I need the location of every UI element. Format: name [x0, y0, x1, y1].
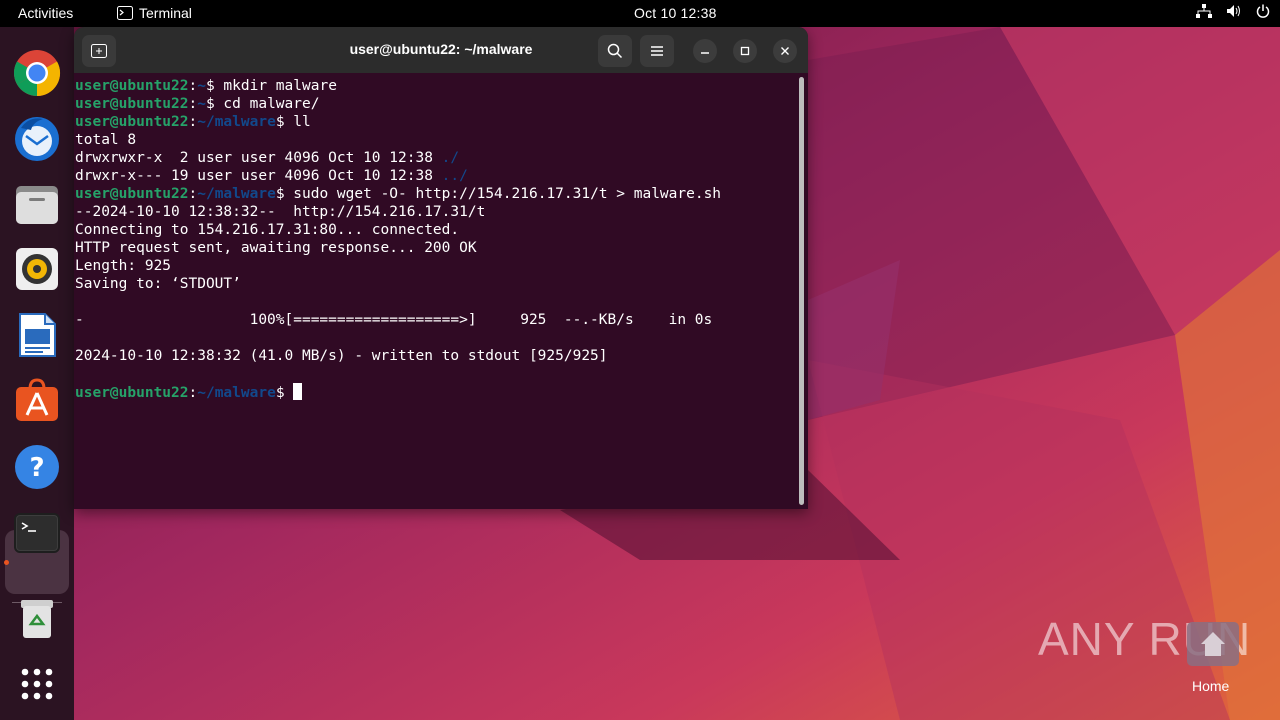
terminal-line: user@ubuntu22:~$ mkdir malware: [75, 77, 795, 95]
output-text: - 100%[===================>] 925 --.-KB/…: [75, 312, 713, 328]
dock: ?: [0, 27, 74, 720]
terminal-line: drwxrwxr-x 2 user user 4096 Oct 10 12:38…: [75, 149, 795, 167]
prompt-dir: ~: [197, 78, 206, 94]
prompt-user: user@ubuntu22: [75, 114, 189, 130]
network-icon[interactable]: [1196, 4, 1212, 21]
prompt-dir: ~/malware: [197, 114, 276, 130]
directory-name: ../: [441, 168, 468, 184]
system-tray[interactable]: [1196, 4, 1270, 21]
search-icon: [607, 43, 623, 59]
text-cursor: [293, 383, 303, 400]
terminal-line: user@ubuntu22:~/malware$: [75, 383, 795, 401]
prompt-dir: ~/malware: [197, 385, 276, 401]
prompt-user: user@ubuntu22: [75, 96, 189, 112]
terminal-line: - 100%[===================>] 925 --.-KB/…: [75, 311, 795, 329]
output-text: Connecting to 154.216.17.31:80... connec…: [75, 222, 460, 238]
command-text: cd malware/: [214, 96, 320, 112]
output-text: 2024-10-10 12:38:32 (41.0 MB/s) - writte…: [75, 348, 608, 364]
terminal-scrollbar[interactable]: [799, 77, 804, 505]
prompt-dollar: $: [275, 186, 285, 202]
writer-icon[interactable]: [13, 311, 61, 359]
running-indicator: [4, 560, 9, 565]
activities-button[interactable]: Activities: [18, 5, 73, 21]
terminal-window[interactable]: user@ubuntu22: ~/malware user@ubuntu22:~…: [74, 27, 808, 509]
volume-icon[interactable]: [1226, 4, 1242, 21]
terminal-line: Length: 925: [75, 257, 795, 275]
prompt-colon: :: [188, 385, 198, 401]
prompt-dir: ~/malware: [197, 186, 276, 202]
terminal-line: --2024-10-10 12:38:32-- http://154.216.1…: [75, 203, 795, 221]
terminal-line: HTTP request sent, awaiting response... …: [75, 239, 795, 257]
terminal-line: total 8: [75, 131, 795, 149]
command-text: sudo wget -O- http://154.216.17.31/t > m…: [284, 186, 722, 202]
app-menu[interactable]: Terminal: [117, 5, 192, 21]
home-folder-icon[interactable]: [1185, 620, 1241, 668]
terminal-output[interactable]: user@ubuntu22:~$ mkdir malware user@ubunt…: [75, 77, 795, 401]
terminal-icon[interactable]: [13, 509, 61, 557]
close-button[interactable]: [773, 39, 797, 63]
search-button[interactable]: [598, 35, 632, 67]
command-text: ll: [284, 114, 311, 130]
terminal-small-icon: [117, 6, 133, 20]
minimize-icon: [701, 52, 709, 54]
prompt-dollar: $: [205, 96, 215, 112]
output-text: Length: 925: [75, 258, 172, 274]
prompt-dollar: $: [275, 114, 285, 130]
prompt-dir: ~: [197, 96, 206, 112]
prompt-user: user@ubuntu22: [75, 78, 189, 94]
output-text: drwxr-x--- 19 user user 4096 Oct 10 12:3…: [75, 168, 442, 184]
prompt-colon: :: [188, 78, 198, 94]
thunderbird-icon[interactable]: [13, 114, 61, 162]
command-text: [285, 385, 294, 401]
terminal-line: 2024-10-10 12:38:32 (41.0 MB/s) - writte…: [75, 347, 795, 365]
chrome-icon[interactable]: [13, 49, 61, 97]
terminal-line: Saving to: ‘STDOUT’: [75, 275, 795, 293]
terminal-line: user@ubuntu22:~$ cd malware/: [75, 95, 795, 113]
command-text: mkdir malware: [214, 78, 337, 94]
maximize-icon: [740, 46, 750, 56]
software-icon[interactable]: [13, 377, 61, 425]
output-text: HTTP request sent, awaiting response... …: [75, 240, 477, 256]
prompt-colon: :: [188, 186, 198, 202]
output-text: drwxrwxr-x 2 user user 4096 Oct 10 12:38: [75, 150, 442, 166]
terminal-line: user@ubuntu22:~/malware$ sudo wget -O- h…: [75, 185, 795, 203]
trash-icon[interactable]: [13, 594, 61, 642]
output-text: total 8: [75, 132, 137, 148]
prompt-colon: :: [188, 114, 198, 130]
hamburger-icon: [651, 46, 663, 56]
output-text: --2024-10-10 12:38:32-- http://154.216.1…: [75, 204, 486, 220]
clock[interactable]: Oct 10 12:38: [634, 5, 717, 21]
prompt-colon: :: [188, 96, 198, 112]
rhythmbox-icon[interactable]: [13, 245, 61, 293]
power-icon[interactable]: [1256, 4, 1270, 21]
apps-grid-icon[interactable]: [13, 660, 61, 708]
home-folder-label[interactable]: Home: [1192, 678, 1229, 694]
prompt-dollar: $: [205, 78, 215, 94]
menu-button[interactable]: [640, 35, 674, 67]
output-text: Saving to: ‘STDOUT’: [75, 276, 241, 292]
terminal-line: Connecting to 154.216.17.31:80... connec…: [75, 221, 795, 239]
prompt-dollar: $: [275, 385, 285, 401]
terminal-line: user@ubuntu22:~/malware$ ll: [75, 113, 795, 131]
directory-name: ./: [441, 150, 460, 166]
prompt-user: user@ubuntu22: [75, 385, 189, 401]
top-bar: Activities Terminal Oct 10 12:38: [0, 0, 1280, 27]
app-name: Terminal: [139, 5, 192, 21]
prompt-user: user@ubuntu22: [75, 186, 189, 202]
help-icon[interactable]: ?: [13, 443, 61, 491]
files-icon[interactable]: [13, 180, 61, 228]
terminal-titlebar[interactable]: user@ubuntu22: ~/malware: [74, 27, 808, 73]
close-icon: [781, 47, 789, 55]
svg-text:?: ?: [29, 453, 44, 483]
terminal-line: drwxr-x--- 19 user user 4096 Oct 10 12:3…: [75, 167, 795, 185]
minimize-button[interactable]: [693, 39, 717, 63]
maximize-button[interactable]: [733, 39, 757, 63]
